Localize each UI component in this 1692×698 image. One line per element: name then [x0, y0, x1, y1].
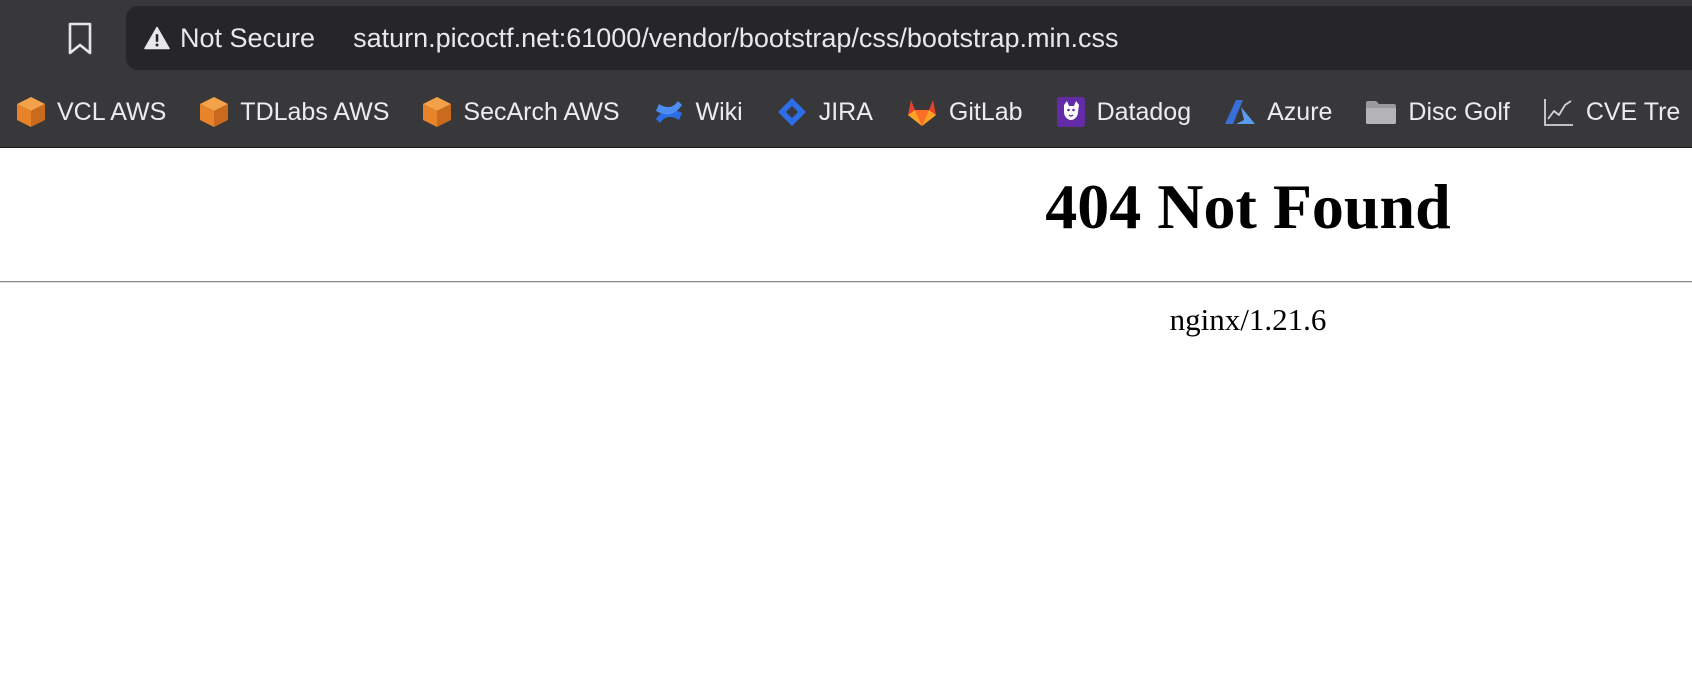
bookmark-azure[interactable]: Azure [1224, 90, 1332, 134]
aws-cube-icon [17, 97, 45, 127]
server-signature: nginx/1.21.6 [1169, 302, 1327, 337]
bookmark-cve-trends[interactable]: CVE Tre [1543, 90, 1680, 134]
bookmark-label: GitLab [948, 97, 1023, 126]
bookmark-label: Wiki [695, 97, 743, 126]
bookmark-secarch-aws[interactable]: SecArch AWS [422, 90, 620, 134]
bookmark-label: TDLabs AWS [240, 97, 390, 126]
bookmark-button[interactable] [64, 21, 96, 57]
security-label: Not Secure [180, 22, 316, 53]
bookmark-disc-golf[interactable]: Disc Golf [1365, 90, 1510, 134]
aws-cube-icon [423, 97, 452, 127]
bookmark-label: JIRA [818, 97, 873, 126]
bookmarks-bar: VCL AWS TDLabs AWS SecArch AWS Wiki JIRA [0, 77, 1692, 148]
bookmark-label: SecArch AWS [463, 97, 620, 126]
jira-icon [777, 98, 806, 126]
datadog-dog-icon [1056, 97, 1085, 127]
page-content: 404 Not Found nginx/1.21.6 [0, 148, 1692, 698]
azure-icon [1225, 100, 1256, 124]
browser-toolbar: Not Secure saturn.picoctf.net:61000/vend… [0, 0, 1692, 77]
aws-cube-icon [200, 97, 229, 127]
warning-triangle-icon [144, 26, 170, 50]
bookmark-label: VCL AWS [57, 97, 167, 126]
bookmark-label: Datadog [1096, 97, 1192, 126]
bookmark-gitlab[interactable]: GitLab [906, 90, 1023, 134]
bookmark-label: Disc Golf [1408, 97, 1510, 126]
url-text[interactable]: saturn.picoctf.net:61000/vendor/bootstra… [353, 23, 1118, 54]
bookmark-outline-icon [68, 22, 92, 55]
bookmark-label: Azure [1267, 97, 1333, 126]
address-bar[interactable]: Not Secure saturn.picoctf.net:61000/vend… [126, 6, 1692, 70]
folder-icon [1366, 101, 1397, 124]
confluence-icon [655, 101, 682, 123]
bookmark-vcl-aws[interactable]: VCL AWS [16, 90, 166, 134]
bookmark-label: CVE Tre [1585, 97, 1681, 126]
gitlab-fox-icon [907, 100, 936, 126]
bookmark-datadog[interactable]: Datadog [1056, 90, 1192, 134]
bookmark-tdlabs-aws[interactable]: TDLabs AWS [199, 90, 389, 134]
security-indicator[interactable]: Not Secure [144, 18, 315, 58]
line-chart-icon [1543, 99, 1573, 126]
horizontal-rule [0, 281, 1692, 283]
page-title: 404 Not Found [1045, 171, 1451, 242]
bookmark-jira[interactable]: JIRA [776, 90, 873, 134]
bookmark-wiki[interactable]: Wiki [653, 90, 743, 134]
